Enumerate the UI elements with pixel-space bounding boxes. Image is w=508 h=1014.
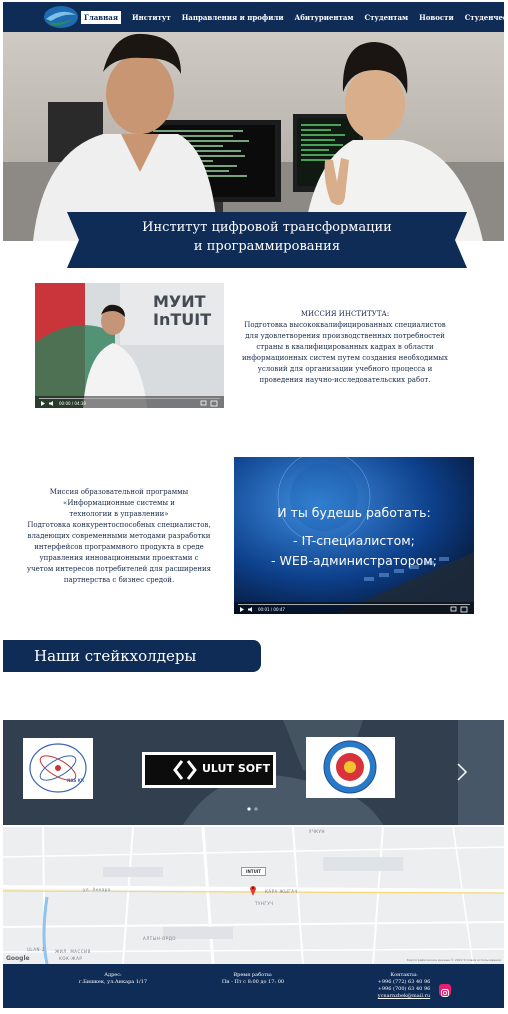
google-logo: Google [6, 955, 30, 962]
email-link[interactable]: ycnarnzbek@mail.ru [378, 993, 430, 999]
mission-line: информационных систем путем создания нео… [242, 354, 448, 362]
nav-item-home[interactable]: Главная [81, 10, 121, 24]
mission-line: страны в квалифицированных кадрах в обла… [256, 343, 434, 351]
hours-value: Пн - Пт с 8:00 до 17: 00 [221, 979, 285, 985]
nav-item-applicants[interactable]: Абитуриентам [295, 13, 354, 22]
map-pin-label: INTUIT [241, 867, 267, 876]
program-mission: Миссия образовательной программы «Информ… [18, 487, 220, 586]
map-label-ulan: ULAN-2 [27, 947, 45, 952]
caption-line3: - WEB-администратором; [271, 553, 437, 568]
institute-sign-line2: InTUIT [153, 310, 212, 329]
map-label-zhil: ЖИЛ. МАССИВ [55, 949, 91, 954]
mission-line: проведения научно-исследовательских рабо… [259, 376, 431, 384]
partner-logo-ulut-soft[interactable]: ULUT SOFT [142, 752, 276, 788]
career-video-player[interactable]: И ты будешь работать: - IT-специалистом;… [234, 457, 474, 614]
ulut-soft-icon [173, 760, 197, 780]
program-line: технологии в управлении» [69, 510, 169, 518]
video-time: 00:00 / 04:39 [59, 401, 86, 406]
map-label-altyn: АЛТЫН-ОРДО [143, 936, 177, 941]
page-title-line1: Институт цифровой трансформации [142, 220, 392, 235]
career-video-caption: И ты будешь работать: - IT-специалистом;… [234, 503, 474, 571]
footer-contacts: Контакты: +996 (772) 63 40 96 +996 (700)… [359, 972, 449, 1000]
nav-item-students[interactable]: Студентам [365, 13, 409, 22]
nas-logo-label: NAS KR [67, 778, 84, 783]
partner-logo-nas[interactable]: NAS KR [23, 738, 93, 799]
map-label-kara: КАРА ЖЫГАЧ [265, 889, 298, 894]
nav-item-news[interactable]: Новости [419, 13, 454, 22]
ulut-soft-label: ULUT SOFT [202, 762, 271, 775]
video-time: 00:01 / 00:47 [258, 607, 285, 612]
next-arrow-icon[interactable] [455, 762, 469, 782]
page: Главная Институт Направления и профили А… [3, 2, 504, 1008]
footer: Адрес: г.Бишкек, ул.Анкара 1/17 Время ра… [3, 964, 504, 1008]
program-line: Миссия образовательной программы [49, 488, 189, 496]
program-line: учетом интересов потребителей для расшир… [26, 565, 212, 573]
phone-1[interactable]: +996 (772) 63 40 96 [359, 979, 449, 986]
nav-item-institute[interactable]: Институт [132, 13, 171, 22]
footer-address: Адрес: г.Бишкек, ул.Анкара 1/17 [63, 972, 163, 986]
partners-carousel: NAS KR ULUT SOFT [3, 720, 504, 825]
institute-sign: МУИТ InTUIT [153, 293, 211, 329]
carousel-dots[interactable] [245, 806, 261, 812]
intro-video-player[interactable]: МУИТ InTUIT 00:00 / 04:39 [35, 283, 224, 408]
map-attribution: Картографические данные © 2020 Условия и… [406, 958, 501, 962]
map-label-tunguch: ТУНГУЧ [255, 901, 274, 906]
nas-logo-icon [29, 743, 87, 793]
program-line: партнерства с бизнес средой. [63, 576, 175, 584]
instagram-icon[interactable] [439, 984, 451, 997]
hero-photo [3, 32, 504, 241]
program-line: управления инновационными проектами с [39, 554, 199, 562]
map-label-kok: КОК-ЖАР [59, 956, 83, 961]
contacts-label: Контакты: [390, 972, 418, 978]
nav-item-student-life[interactable]: Студенческая жизнь [465, 13, 504, 22]
hours-label: Время работы: [233, 972, 273, 978]
phone-2[interactable]: +996 (700) 63 40 96 [359, 986, 449, 993]
top-navigation: Главная Институт Направления и профили А… [3, 2, 504, 32]
institute-sign-line1: МУИТ [153, 292, 206, 311]
address-label: Адрес: [104, 972, 122, 978]
map-pin-icon[interactable] [249, 884, 257, 896]
mission-line: Подготовка высококвалифицированных специ… [244, 321, 446, 329]
hero: Главная Институт Направления и профили А… [3, 2, 504, 241]
program-line: Подготовка конкурентоспособных специалис… [27, 521, 211, 529]
program-line: интерфейсов программного продукта в сред… [34, 543, 204, 551]
partner-logo-emblem[interactable] [306, 737, 395, 798]
mission-line: условий для организации учебного процесс… [257, 365, 433, 373]
emblem-icon [323, 740, 377, 794]
page-title-line2: и программирования [193, 239, 341, 254]
address-value: г.Бишкек, ул.Анкара 1/17 [78, 979, 148, 985]
program-line: «Информационные системы и [63, 499, 175, 507]
program-line: владеющих современными методами разработ… [27, 532, 211, 540]
institute-mission: МИССИЯ ИНСТИТУТА: Подготовка высококвали… [234, 309, 456, 386]
mission-heading: МИССИЯ ИНСТИТУТА: [300, 310, 390, 318]
nav-item-programs[interactable]: Направления и профили [182, 13, 284, 22]
stakeholders-title: Наши стейкхолдеры [34, 647, 197, 665]
page-title: Институт цифровой трансформации и програ… [67, 218, 467, 256]
caption-line2: - IT-специалистом; [293, 533, 415, 548]
map-label-street: ул. Анкара [83, 887, 111, 892]
logo-icon[interactable] [43, 5, 79, 29]
map-label-uchkun: УЧКУН [309, 829, 325, 834]
location-map[interactable]: INTUIT КАРА ЖЫГАЧ ТУНГУЧ АЛТЫН-ОРДО ULAN… [3, 827, 504, 964]
caption-line1: И ты будешь работать: [277, 505, 431, 520]
nav-menu: Главная Институт Направления и профили А… [81, 2, 504, 32]
mission-line: для удовлетворения производственных потр… [245, 332, 445, 340]
footer-hours: Время работы: Пн - Пт с 8:00 до 17: 00 [203, 972, 303, 986]
